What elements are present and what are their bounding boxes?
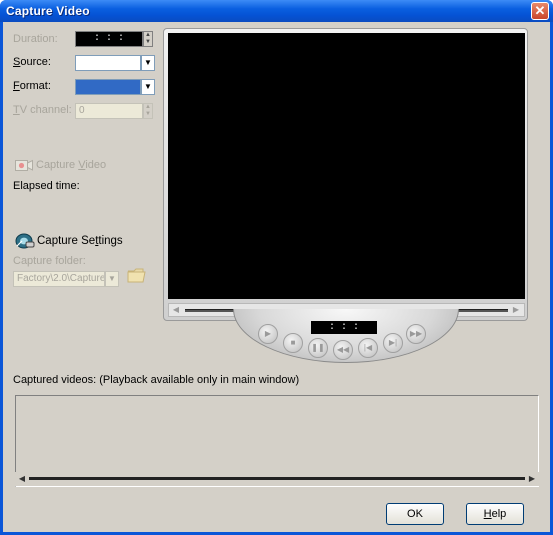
tv-channel-field[interactable]: 0 [75,103,143,119]
title-bar[interactable]: Capture Video ✕ [0,0,553,22]
scroll-right-icon[interactable]: ▶ [526,473,538,485]
tv-channel-spinner[interactable]: ▲ ▼ [143,103,153,119]
seek-left-icon[interactable]: ◀ [170,305,182,315]
play-icon[interactable]: ▶ [258,324,278,344]
capture-settings-link[interactable]: Capture Settings [37,235,123,247]
source-select[interactable] [75,55,141,71]
duration-spinner[interactable]: ▲ ▼ [143,31,153,47]
help-button[interactable]: Help [466,503,524,525]
spin-up-icon[interactable]: ▲ [144,104,152,111]
capture-folder-dropdown-arrow-icon[interactable]: ▼ [105,271,119,287]
close-button[interactable]: ✕ [531,2,549,20]
ok-button[interactable]: OK [386,503,444,525]
capture-settings-icon[interactable] [15,232,35,250]
capture-folder-field[interactable]: Factory\2.0\Capture [13,271,105,287]
scroll-track[interactable] [29,477,525,480]
source-dropdown-arrow-icon[interactable]: ▼ [141,55,155,71]
stop-icon[interactable]: ■ [283,333,303,353]
source-label: Source: [13,56,51,68]
captured-videos-label: Captured videos: (Playback available onl… [13,374,300,386]
scroll-left-icon[interactable]: ◀ [16,473,28,485]
tv-channel-label: TV channel: [13,104,72,116]
format-label: Format: [13,80,51,92]
close-icon: ✕ [534,3,546,18]
capture-folder-label: Capture folder: [13,255,86,267]
format-dropdown-arrow-icon[interactable]: ▼ [141,79,155,95]
duration-field[interactable]: : : : [75,31,143,47]
step-forward-icon[interactable]: ▶| [383,333,403,353]
spin-down-icon[interactable]: ▼ [144,39,152,46]
pause-icon[interactable]: ❚❚ [308,338,328,358]
player-time-display: : : : [311,321,377,334]
spin-down-icon[interactable]: ▼ [144,111,152,118]
elapsed-time-label: Elapsed time: [13,180,80,192]
fast-forward-icon[interactable]: ▶▶ [406,324,426,344]
folder-icon[interactable] [127,267,147,283]
dialog-body: Duration: : : : ▲ ▼ Source: ▼ Format: ▼ … [3,22,550,532]
record-camera-icon [15,159,33,171]
captured-videos-scrollbar[interactable]: ◀ ▶ [15,472,539,486]
capture-video-window: Capture Video ✕ Duration: : : : ▲ ▼ Sour… [0,0,553,535]
format-select[interactable] [75,79,141,95]
rewind-icon[interactable]: ◀◀ [333,340,353,360]
spin-up-icon[interactable]: ▲ [144,32,152,39]
video-preview-frame: ◀ ▶ [163,28,528,321]
seek-right-icon[interactable]: ▶ [510,305,522,315]
video-preview-screen [168,33,525,299]
duration-label: Duration: [13,33,58,45]
window-title: Capture Video [6,4,90,18]
step-back-icon[interactable]: |◀ [358,338,378,358]
capture-video-button[interactable]: Capture Video [36,159,106,171]
